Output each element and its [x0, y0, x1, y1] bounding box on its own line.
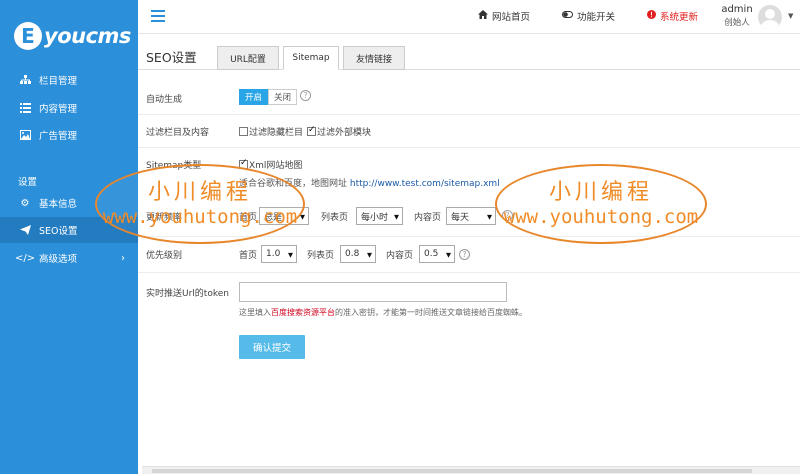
logo-mark: E: [14, 22, 42, 50]
sidebar-item-ads[interactable]: 广告管理: [0, 122, 138, 148]
avatar[interactable]: [758, 5, 782, 29]
sidebar-item-advanced[interactable]: </> 高级选项 ›: [0, 245, 138, 271]
baidu-platform-link[interactable]: 百度搜索资源平台: [271, 308, 335, 317]
toggle-icon: [562, 11, 573, 21]
site-home-link[interactable]: 网站首页: [478, 9, 530, 23]
token-hint-suffix: 的准入密钥，才能第一时间推送文章链接给百度蜘蛛。: [335, 308, 527, 317]
sidebar-item-label: 高级选项: [39, 254, 78, 265]
priority-home-label: 首页: [239, 251, 258, 261]
select-value: 每小时: [361, 212, 389, 223]
priority-list-label: 列表页: [307, 251, 335, 261]
tab-sitemap[interactable]: Sitemap: [283, 46, 339, 70]
select-value: 1.0: [266, 249, 281, 259]
sidebar-item-label: SEO设置: [39, 226, 78, 237]
send-icon: [18, 225, 32, 235]
image-icon: [18, 130, 32, 140]
home-icon: [478, 10, 488, 22]
sidebar: E youcms 栏目管理 内容管理 广告管理 设置 ⚙ 基本信息 SEO设置 …: [0, 0, 138, 474]
select-value: 0.8: [345, 249, 360, 259]
watermark-cn: 小川编程: [147, 180, 252, 205]
filter-hidden-checkbox[interactable]: 过滤隐藏栏目: [239, 125, 303, 138]
alert-icon: [647, 10, 656, 22]
chevron-down-icon: ▼: [446, 251, 451, 259]
sidebar-item-label: 内容管理: [39, 104, 78, 115]
freq-content-select[interactable]: 每天 ▼: [446, 207, 496, 225]
select-value: 0.5: [424, 249, 439, 259]
gear-icon: ⚙: [20, 197, 30, 209]
sitemap-url-link[interactable]: http://www.test.com/sitemap.xml: [350, 179, 500, 189]
help-icon[interactable]: ?: [459, 249, 470, 260]
help-icon[interactable]: ?: [300, 90, 311, 101]
user-name[interactable]: admin: [720, 4, 754, 15]
checkbox-label: 过滤隐藏栏目: [249, 128, 304, 138]
horizontal-scrollbar[interactable]: [142, 466, 800, 474]
submit-button[interactable]: 确认提交: [239, 335, 305, 359]
chevron-down-icon: ▼: [367, 251, 372, 259]
row-divider: [138, 114, 800, 115]
chevron-down-icon: ▼: [288, 251, 293, 259]
feature-switch-link[interactable]: 功能开关: [562, 9, 615, 23]
topbar: [138, 0, 800, 34]
tab-friend-links[interactable]: 友情链接: [343, 46, 405, 70]
chevron-right-icon: ›: [121, 252, 125, 264]
watermark-right: 小川编程 www.youhutong.com: [495, 164, 707, 244]
freq-list-label: 列表页: [321, 213, 349, 223]
row-divider: [138, 272, 800, 273]
priority-list-select[interactable]: 0.8 ▼: [340, 245, 376, 263]
priority-content-select[interactable]: 0.5 ▼: [419, 245, 455, 263]
watermark-en: www.youhutong.com: [102, 206, 298, 228]
menu-toggle-icon[interactable]: [151, 10, 165, 22]
freq-content-label: 内容页: [414, 213, 442, 223]
watermark-left: 小川编程 www.youhutong.com: [95, 164, 305, 244]
page-title: SEO设置: [146, 50, 197, 65]
checkbox-label: 过滤外部模块: [317, 128, 372, 138]
system-update-link[interactable]: 系统更新: [647, 9, 698, 23]
sidebar-item-content[interactable]: 内容管理: [0, 95, 138, 121]
sidebar-item-label: 广告管理: [39, 131, 78, 142]
priority-home-select[interactable]: 1.0 ▼: [261, 245, 297, 263]
tab-url-config[interactable]: URL配置: [217, 46, 279, 70]
auto-generate-label: 自动生成: [146, 95, 183, 105]
token-hint: 这里填入百度搜索资源平台的准入密钥，才能第一时间推送文章链接给百度蜘蛛。: [239, 307, 527, 318]
user-role: 创始人: [724, 18, 750, 28]
scrollbar-thumb[interactable]: [152, 469, 752, 473]
row-divider: [138, 147, 800, 148]
watermark-en: www.youhutong.com: [503, 206, 699, 228]
token-hint-prefix: 这里填入: [239, 308, 271, 317]
watermark-cn: 小川编程: [548, 180, 653, 205]
token-input[interactable]: [239, 282, 507, 302]
logo[interactable]: E youcms: [14, 18, 131, 54]
list-icon: [18, 103, 32, 113]
freq-list-select[interactable]: 每小时 ▼: [356, 207, 403, 225]
priority-content-label: 内容页: [386, 251, 414, 261]
checkbox-box: [239, 127, 248, 136]
feature-switch-label: 功能开关: [577, 12, 616, 23]
sidebar-section-settings: 设置: [18, 177, 38, 188]
filter-external-checkbox[interactable]: 过滤外部模块: [307, 125, 371, 138]
logo-text: youcms: [44, 24, 131, 48]
site-home-label: 网站首页: [492, 12, 531, 23]
auto-generate-off-button[interactable]: 关闭: [268, 89, 297, 105]
code-icon: </>: [14, 252, 36, 264]
checkbox-label: Xml网站地图: [249, 161, 303, 171]
select-value: 每天: [451, 212, 470, 223]
sidebar-item-columns[interactable]: 栏目管理: [0, 67, 138, 93]
sidebar-item-label: 基本信息: [39, 199, 78, 210]
sitemap-icon: [18, 75, 32, 85]
filter-label: 过滤栏目及内容: [146, 128, 210, 138]
auto-generate-on-button[interactable]: 开启: [239, 89, 268, 105]
caret-down-icon[interactable]: ▼: [788, 12, 793, 20]
token-label: 实时推送Url的token: [146, 289, 229, 299]
system-update-label: 系统更新: [660, 12, 699, 23]
priority-label: 优先级别: [146, 251, 183, 261]
sidebar-item-label: 栏目管理: [39, 76, 78, 87]
chevron-down-icon: ▼: [487, 213, 492, 221]
checkbox-box: [307, 125, 316, 136]
chevron-down-icon: ▼: [394, 213, 399, 221]
